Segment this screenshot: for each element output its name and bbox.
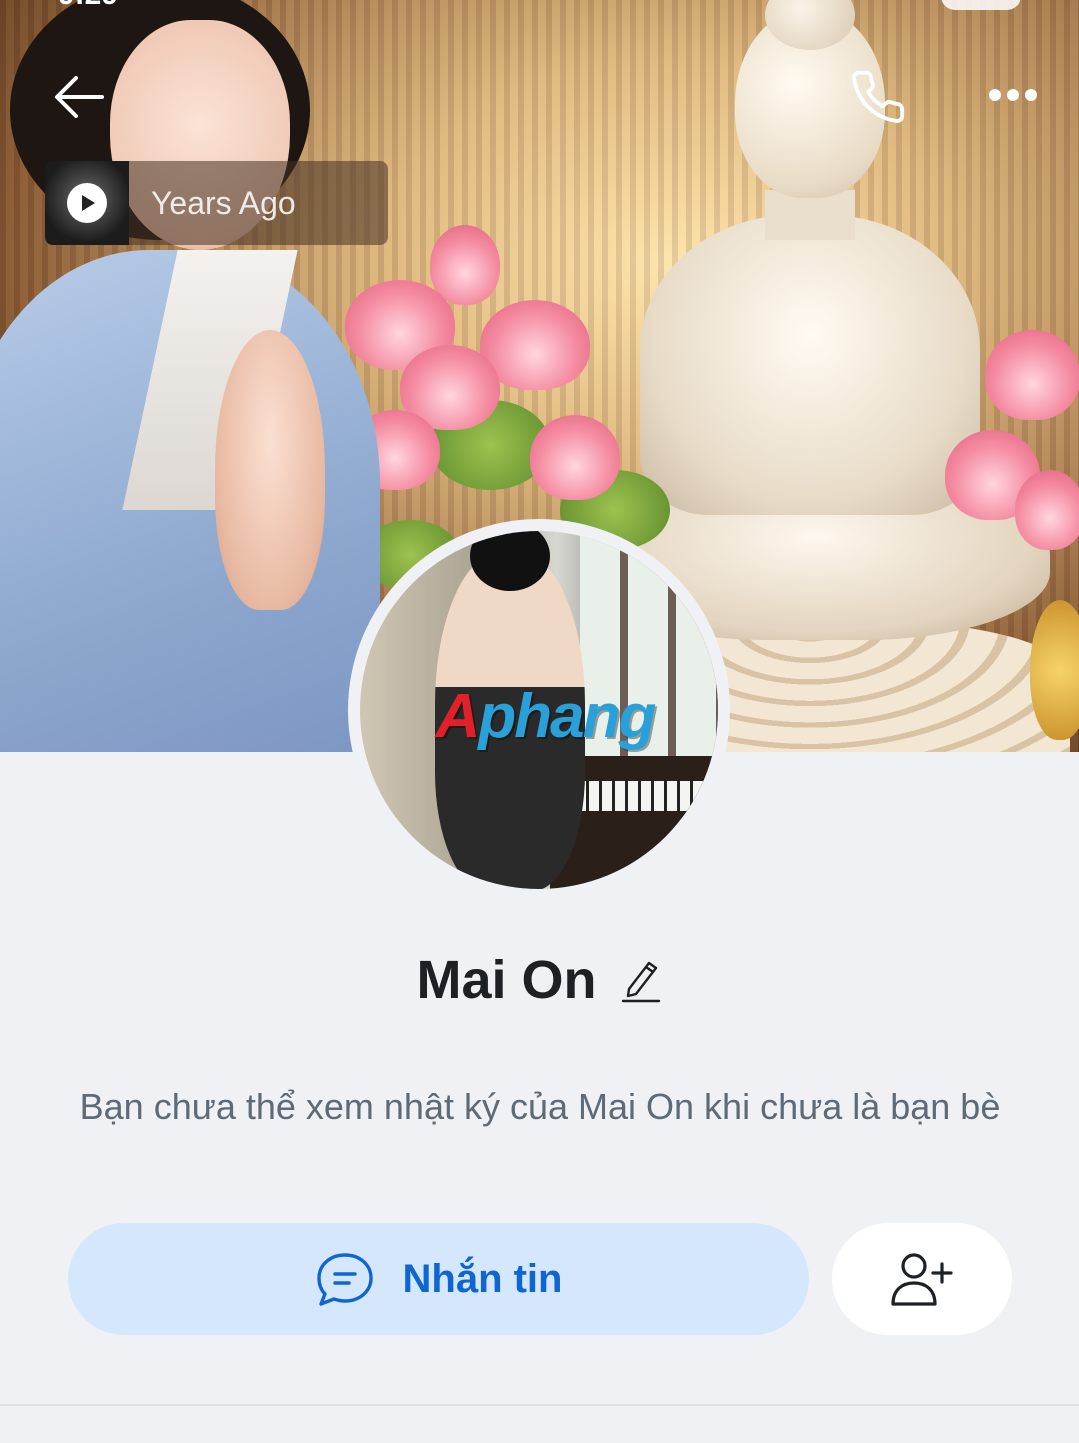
status-time: 9:29 <box>58 0 118 12</box>
message-button-label: Nhắn tin <box>402 1256 563 1301</box>
user-plus-icon <box>891 1253 953 1306</box>
edit-name-button[interactable] <box>619 955 663 1005</box>
phone-icon <box>852 70 905 123</box>
call-button[interactable] <box>845 64 911 130</box>
lotus-flower <box>530 415 620 500</box>
section-divider <box>0 1404 1079 1406</box>
profile-name-row: Mai On <box>0 945 1079 1015</box>
message-button[interactable]: Nhắn tin <box>68 1223 809 1335</box>
profile-music-player[interactable]: Years Ago <box>45 161 388 245</box>
arrow-left-icon <box>55 76 104 118</box>
avatar[interactable]: Aphang <box>348 519 730 901</box>
privacy-notice: Bạn chưa thể xem nhật ký của Mai On khi … <box>79 1086 1001 1127</box>
more-options-button[interactable] <box>980 70 1046 120</box>
golden-vase <box>1030 600 1079 740</box>
lotus-flower <box>1015 470 1079 550</box>
lotus-flower <box>430 225 500 305</box>
music-thumbnail <box>45 161 129 245</box>
play-icon <box>82 195 95 211</box>
avatar-photo: Aphang <box>360 531 718 889</box>
profile-name: Mai On <box>416 950 597 1010</box>
avatar-watermark: Aphang <box>435 682 657 751</box>
back-button[interactable] <box>48 66 110 128</box>
more-horizontal-icon <box>989 89 1037 101</box>
play-button[interactable] <box>67 183 107 223</box>
lotus-flower <box>985 330 1079 420</box>
status-battery-pill <box>941 0 1021 10</box>
pencil-icon <box>621 961 660 1003</box>
music-title: Years Ago <box>151 184 296 221</box>
chat-bubble-icon <box>316 1253 373 1306</box>
add-friend-button[interactable] <box>832 1223 1012 1335</box>
